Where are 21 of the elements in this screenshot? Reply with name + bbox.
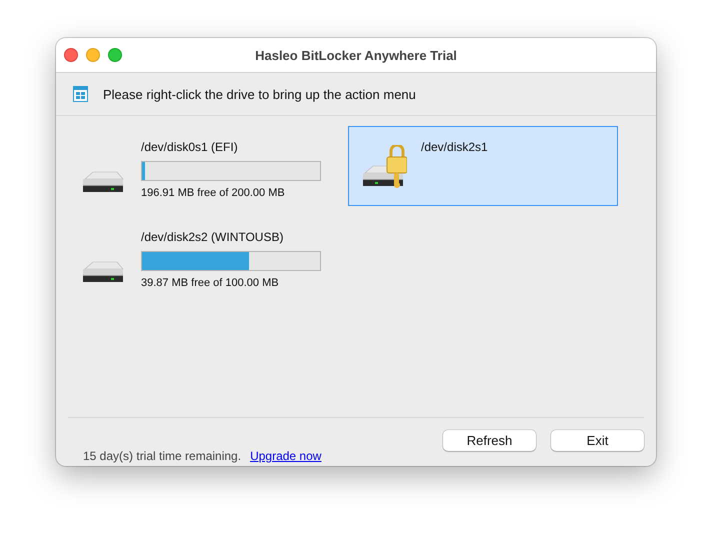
drive-icon: [81, 171, 125, 195]
drive-tile[interactable]: /dev/disk2s2 (WINTOUSB) 39.87 MB free of 100.00 MB: [68, 216, 338, 296]
drive-tile[interactable]: /dev/disk0s1 (EFI) 196.91 MB free of 200.00 MB: [68, 126, 338, 206]
drive-name: /dev/disk2s2 (WINTOUSB): [141, 229, 284, 245]
upgrade-link[interactable]: Upgrade now: [250, 449, 322, 463]
zoom-button[interactable]: [108, 48, 122, 62]
action-button[interactable]: Refresh: [443, 430, 536, 451]
drive-name: /dev/disk2s1: [421, 139, 488, 155]
hint-text: Please right-click the drive to bring up the action menu: [103, 86, 416, 102]
free-space-label: 39.87 MB free of 100.00 MB: [141, 277, 280, 289]
window-title: Hasleo BitLocker Anywhere Trial: [255, 48, 457, 62]
free-space-label: 196.91 MB free of 200.00 MB: [141, 187, 286, 199]
action-button[interactable]: Exit: [551, 430, 644, 451]
grid-icon: [73, 86, 88, 102]
trial-notice: 15 day(s) trial time remaining.: [83, 449, 242, 463]
close-button[interactable]: [64, 48, 78, 62]
drive-tile[interactable]: /dev/disk2s1: [348, 126, 618, 206]
drive-name: /dev/disk0s1 (EFI): [141, 139, 239, 155]
locked-drive-icon: [361, 145, 407, 189]
minimize-button[interactable]: [86, 48, 100, 62]
drive-icon: [81, 261, 125, 285]
